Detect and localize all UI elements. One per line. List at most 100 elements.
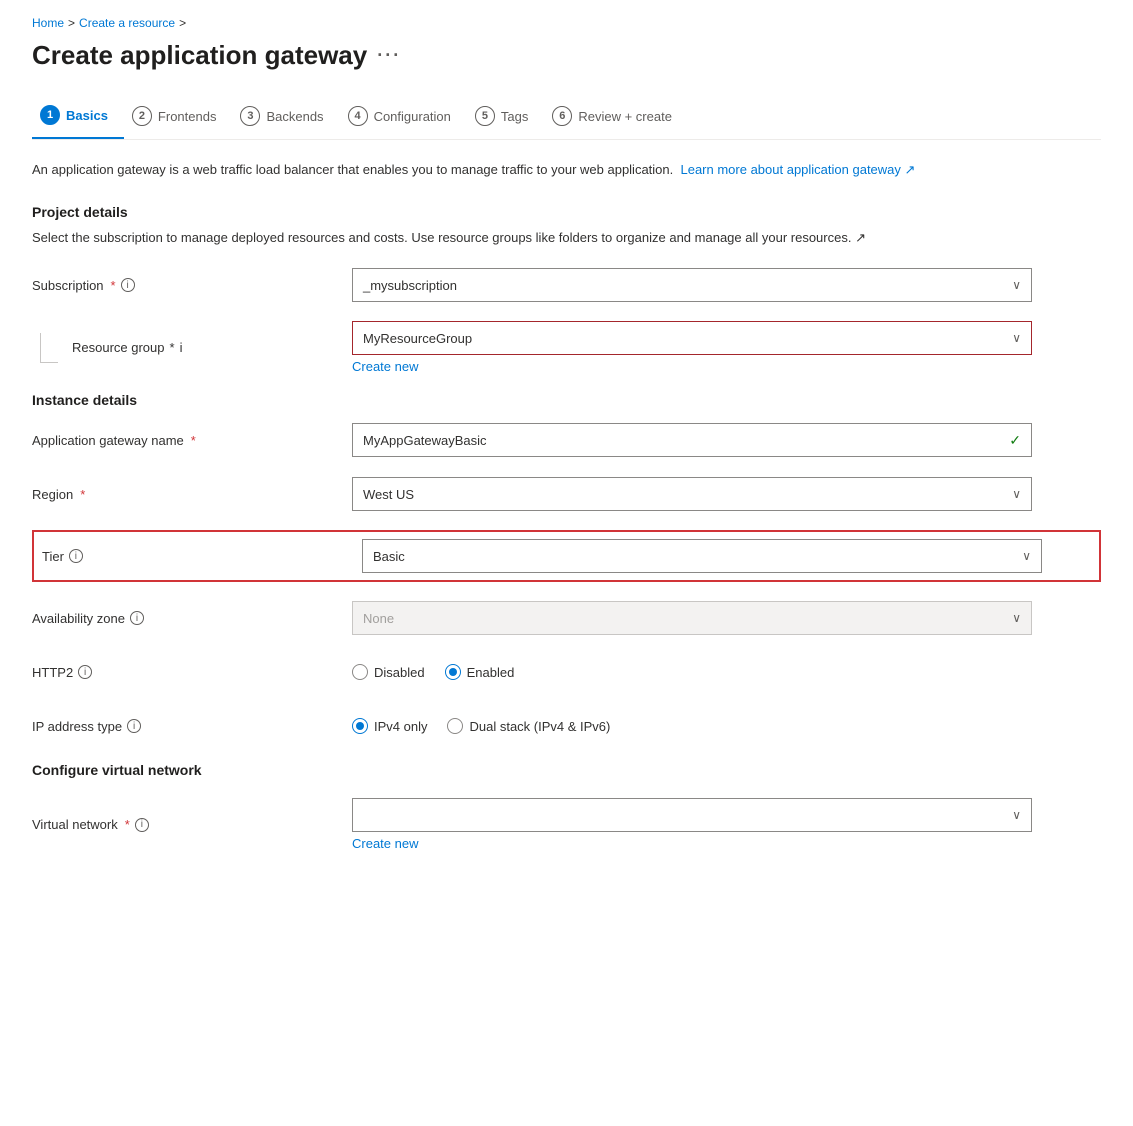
http2-radio-group: Disabled Enabled	[352, 664, 1032, 680]
step-label-4: Configuration	[374, 109, 451, 124]
http2-enabled-option[interactable]: Enabled	[445, 664, 515, 680]
availability-zone-info-icon[interactable]: i	[130, 611, 144, 625]
virtual-network-control: ∨ Create new	[352, 798, 1032, 851]
gateway-name-required: *	[191, 433, 196, 448]
virtual-network-section-title: Configure virtual network	[32, 762, 1101, 778]
virtual-network-chevron-icon: ∨	[1012, 808, 1021, 822]
external-link-icon: ↗	[905, 162, 916, 177]
http2-enabled-label: Enabled	[467, 665, 515, 680]
wizard-steps: 1 Basics 2 Frontends 3 Backends 4 Config…	[32, 95, 1101, 140]
step-label-1: Basics	[66, 108, 108, 123]
step-circle-1: 1	[40, 105, 60, 125]
ip-dual-label: Dual stack (IPv4 & IPv6)	[469, 719, 610, 734]
subscription-select[interactable]: _mysubscription ∨	[352, 268, 1032, 302]
subscription-chevron-icon: ∨	[1012, 278, 1021, 292]
breadcrumb-create-resource[interactable]: Create a resource	[79, 16, 175, 30]
ip-ipv4-option[interactable]: IPv4 only	[352, 718, 427, 734]
http2-enabled-radio[interactable]	[445, 664, 461, 680]
breadcrumb: Home > Create a resource >	[32, 16, 1101, 30]
availability-zone-select[interactable]: None ∨	[352, 601, 1032, 635]
subscription-control: _mysubscription ∨	[352, 268, 1032, 302]
wizard-step-backends[interactable]: 3 Backends	[232, 96, 339, 138]
wizard-step-configuration[interactable]: 4 Configuration	[340, 96, 467, 138]
http2-disabled-radio[interactable]	[352, 664, 368, 680]
wizard-step-review[interactable]: 6 Review + create	[544, 96, 688, 138]
region-required: *	[80, 487, 85, 502]
tier-group: Tier i Basic ∨	[42, 538, 1091, 574]
project-desc-icon: ↗	[855, 230, 866, 245]
step-circle-6: 6	[552, 106, 572, 126]
wizard-step-basics[interactable]: 1 Basics	[32, 95, 124, 139]
virtual-network-group: Virtual network * i ∨ Create new	[32, 798, 1101, 851]
region-group: Region * West US ∨	[32, 476, 1101, 512]
http2-group: HTTP2 i Disabled Enabled	[32, 654, 1101, 690]
tier-chevron-icon: ∨	[1022, 549, 1031, 563]
description-text: An application gateway is a web traffic …	[32, 160, 1101, 180]
region-select[interactable]: West US ∨	[352, 477, 1032, 511]
step-circle-3: 3	[240, 106, 260, 126]
tier-row-wrapper: Tier i Basic ∨	[32, 530, 1101, 582]
http2-info-icon[interactable]: i	[78, 665, 92, 679]
gateway-name-group: Application gateway name * MyAppGatewayB…	[32, 422, 1101, 458]
availability-zone-group: Availability zone i None ∨	[32, 600, 1101, 636]
region-chevron-icon: ∨	[1012, 487, 1021, 501]
project-details-title: Project details	[32, 204, 1101, 220]
page-title-row: Create application gateway ···	[32, 40, 1101, 71]
gateway-name-control: MyAppGatewayBasic ✓	[352, 423, 1032, 457]
resource-group-create-new[interactable]: Create new	[352, 359, 418, 374]
region-control: West US ∨	[352, 477, 1032, 511]
learn-more-link[interactable]: Learn more about application gateway ↗	[680, 162, 915, 177]
virtual-network-select[interactable]: ∨	[352, 798, 1032, 832]
availability-zone-chevron-icon: ∨	[1012, 611, 1021, 625]
gateway-name-input[interactable]: MyAppGatewayBasic ✓	[352, 423, 1032, 457]
step-label-2: Frontends	[158, 109, 217, 124]
resource-group-row: Resource group * i MyResourceGroup ∨ Cre…	[32, 321, 1101, 374]
ip-ipv4-radio[interactable]	[352, 718, 368, 734]
resource-group-info-icon[interactable]: i	[180, 340, 183, 355]
virtual-network-create-new[interactable]: Create new	[352, 836, 418, 851]
breadcrumb-sep1: >	[68, 16, 75, 30]
breadcrumb-home[interactable]: Home	[32, 16, 64, 30]
subscription-required: *	[111, 278, 116, 293]
http2-disabled-option[interactable]: Disabled	[352, 664, 425, 680]
step-circle-4: 4	[348, 106, 368, 126]
ip-dual-radio[interactable]	[447, 718, 463, 734]
subscription-info-icon[interactable]: i	[121, 278, 135, 292]
page-title: Create application gateway	[32, 40, 367, 71]
tier-select[interactable]: Basic ∨	[362, 539, 1042, 573]
gateway-name-valid-icon: ✓	[1009, 432, 1021, 449]
resource-group-label: Resource group * i	[72, 340, 352, 355]
virtual-network-info-icon[interactable]: i	[135, 818, 149, 832]
http2-label: HTTP2 i	[32, 665, 352, 680]
resource-group-indent	[32, 333, 72, 363]
ip-address-info-icon[interactable]: i	[127, 719, 141, 733]
description-main: An application gateway is a web traffic …	[32, 162, 673, 177]
subscription-label: Subscription * i	[32, 278, 352, 293]
virtual-network-required: *	[125, 817, 130, 832]
wizard-step-frontends[interactable]: 2 Frontends	[124, 96, 233, 138]
resource-group-control: MyResourceGroup ∨ Create new	[352, 321, 1032, 374]
ip-ipv4-label: IPv4 only	[374, 719, 427, 734]
indent-line	[40, 333, 58, 363]
ip-address-group: IP address type i IPv4 only Dual stack (…	[32, 708, 1101, 744]
ip-address-control: IPv4 only Dual stack (IPv4 & IPv6)	[352, 718, 1032, 734]
tier-border-box: Tier i Basic ∨	[32, 530, 1101, 582]
instance-details-title: Instance details	[32, 392, 1101, 408]
ip-dual-option[interactable]: Dual stack (IPv4 & IPv6)	[447, 718, 610, 734]
page-title-dots[interactable]: ···	[377, 45, 401, 66]
tier-control: Basic ∨	[362, 539, 1042, 573]
availability-zone-label: Availability zone i	[32, 611, 352, 626]
step-label-6: Review + create	[578, 109, 672, 124]
resource-group-select[interactable]: MyResourceGroup ∨	[352, 321, 1032, 355]
ip-radio-group: IPv4 only Dual stack (IPv4 & IPv6)	[352, 718, 1032, 734]
resource-group-required: *	[170, 340, 175, 355]
tier-info-icon[interactable]: i	[69, 549, 83, 563]
project-details-desc: Select the subscription to manage deploy…	[32, 228, 1101, 248]
step-label-5: Tags	[501, 109, 528, 124]
breadcrumb-sep2: >	[179, 16, 186, 30]
virtual-network-section: Configure virtual network Virtual networ…	[32, 762, 1101, 851]
wizard-step-tags[interactable]: 5 Tags	[467, 96, 544, 138]
subscription-group: Subscription * i _mysubscription ∨	[32, 267, 1101, 303]
step-label-3: Backends	[266, 109, 323, 124]
ip-address-label: IP address type i	[32, 719, 352, 734]
